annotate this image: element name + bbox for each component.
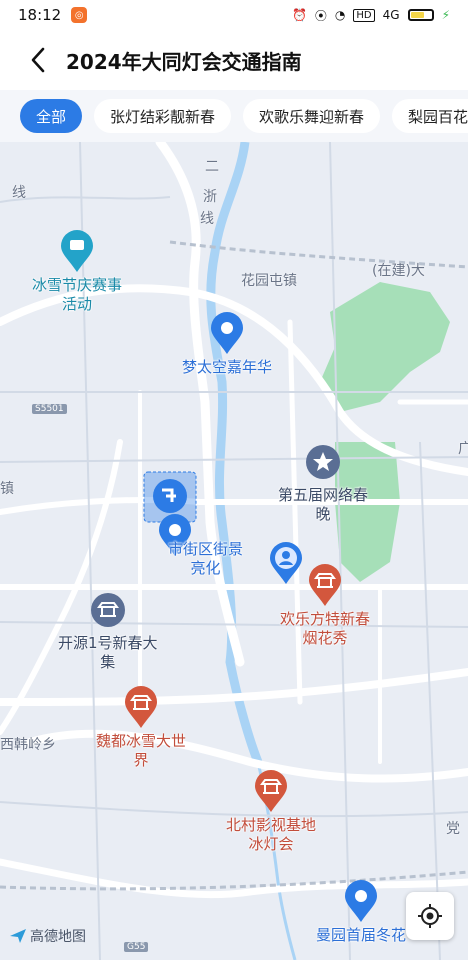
poi-new-year-fair[interactable]: 开源1号新春大 集 <box>58 592 158 672</box>
temple-pin-icon <box>125 686 157 728</box>
filter-chip-songdance[interactable]: 欢歌乐舞迎新春 <box>243 99 381 133</box>
map-label-zaijian: (在建)大 <box>372 263 425 279</box>
category-filter-bar: 全部 张灯结彩靓新春 欢歌乐舞迎新春 梨园百花 <box>0 90 468 142</box>
amap-logo-icon <box>10 929 26 943</box>
map-view[interactable]: 花园屯镇 (在建)大 二 浙 线 线 镇 西韩岭乡 党 广 S5501 G55 … <box>0 142 468 960</box>
map-label-guang: 广 <box>458 441 468 457</box>
poi-label: 第五届网络春 晚 <box>278 486 369 523</box>
poi-label: 市街区街景 亮化 <box>168 540 244 577</box>
map-label-line-c: 线 <box>200 211 214 227</box>
poi-ice-lantern[interactable]: 北村影视基地 冰灯会 <box>226 770 316 854</box>
road-tag-g55: G55 <box>124 942 149 952</box>
status-bar: 18:12 ◎ ⏰ ⦿ ◔ HD 4G ⚡ <box>0 0 468 30</box>
star-pin-icon <box>306 445 340 479</box>
poi-label: 欢乐方特新春 烟花秀 <box>280 610 371 647</box>
map-label-line-b: 浙 <box>203 189 217 205</box>
poi-spring-gala[interactable]: 第五届网络春 晚 <box>278 444 368 524</box>
chevron-left-icon <box>31 47 45 73</box>
filter-chip-lanterns[interactable]: 张灯结彩靓新春 <box>94 99 232 133</box>
map-label-xihanling: 西韩岭乡 <box>0 737 56 753</box>
back-button[interactable] <box>24 46 52 74</box>
signal-icon: 4G <box>382 8 400 22</box>
map-label-zhen: 镇 <box>0 481 14 497</box>
poi-label: 开源1号新春大 集 <box>58 634 158 671</box>
poi-ice-festival[interactable]: 冰雪节庆赛事 活动 <box>32 230 122 314</box>
hd-badge: HD <box>353 8 375 22</box>
poi-space-carnival[interactable]: 梦太空嘉年华 <box>182 312 272 377</box>
selected-station-marker[interactable] <box>142 470 198 524</box>
poi-label: 梦太空嘉年华 <box>182 358 273 376</box>
battery-icon <box>407 9 434 21</box>
river <box>206 142 263 764</box>
app-notification-icon: ◎ <box>71 7 88 23</box>
location-icon: ⦿ <box>314 8 327 23</box>
poi-pin-icon <box>61 230 93 272</box>
page-title: 2024年大同灯会交通指南 <box>66 49 302 74</box>
poi-label: 曼园首届冬花 <box>316 926 407 944</box>
clock: 18:12 <box>18 6 62 24</box>
map-label-xian: 线 <box>12 185 26 201</box>
temple-pin-icon <box>90 593 125 627</box>
poi-label: 北村影视基地 冰灯会 <box>226 816 317 853</box>
wifi-icon: ◔ <box>334 8 346 22</box>
map-label-line: 二 <box>205 159 219 175</box>
filter-chip-opera[interactable]: 梨园百花 <box>392 99 468 133</box>
alarm-icon: ⏰ <box>291 8 307 22</box>
map-pin-icon <box>345 880 377 922</box>
poi-ice-world[interactable]: 魏都冰雪大世 界 <box>96 686 186 770</box>
poi-fireworks-show[interactable]: 欢乐方特新春 烟花秀 <box>280 564 370 648</box>
charging-icon: ⚡ <box>441 8 450 22</box>
poi-label: 冰雪节庆赛事 活动 <box>32 276 123 313</box>
poi-label: 魏都冰雪大世 界 <box>96 732 187 769</box>
page-header: 2024年大同灯会交通指南 <box>0 30 468 90</box>
locate-me-button[interactable] <box>406 892 454 940</box>
road-tag-s5501: S5501 <box>32 404 67 414</box>
filter-chip-all[interactable]: 全部 <box>20 99 83 133</box>
map-label-dang: 党 <box>446 821 460 837</box>
poi-manyuan[interactable]: 曼园首届冬花 <box>316 880 406 945</box>
crosshair-icon <box>418 904 442 928</box>
brand-text: 高德地图 <box>30 929 86 945</box>
map-pin-icon <box>211 312 243 354</box>
station-marker-icon <box>143 471 197 523</box>
map-label-huayuantun: 花园屯镇 <box>241 273 297 289</box>
amap-brand: 高德地图 <box>10 926 86 946</box>
temple-pin-icon <box>309 564 341 606</box>
temple-pin-icon <box>255 770 287 812</box>
